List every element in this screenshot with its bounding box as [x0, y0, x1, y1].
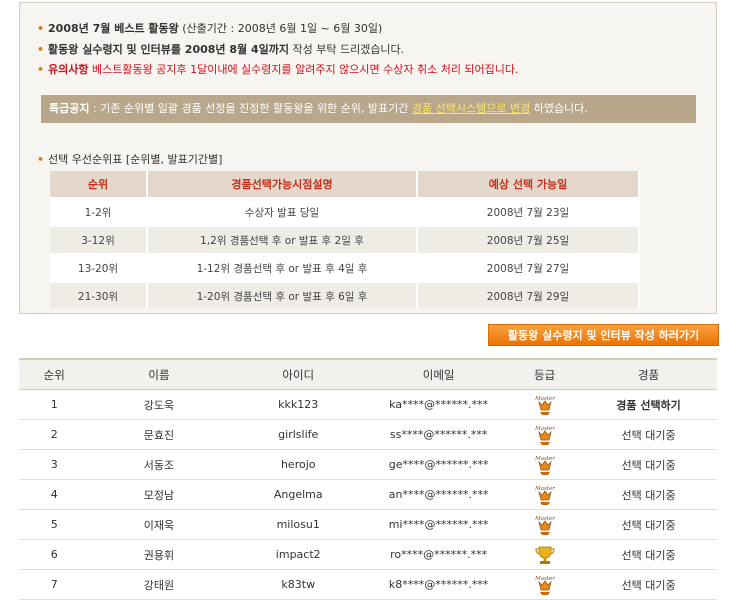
list-header-name: 이름 — [89, 358, 229, 390]
notice-deadline-rest: 작성 부탁 드리겠습니다. — [288, 43, 405, 56]
list-cell-name: 권용휘 — [89, 539, 229, 570]
priority-row: 1-2위 수상자 발표 당일 2008년 7월 23일 — [50, 197, 640, 225]
priority-table: 순위 경품선택가능시점설명 예상 선택 가능일 1-2위 수상자 발표 당일 2… — [50, 171, 640, 309]
list-row: 5 이재욱 milosu1 mi****@******.*** Master 선택 대기중 — [19, 509, 717, 540]
special-notice-label: 특급공지 — [49, 102, 90, 115]
list-cell-email: ro****@******.*** — [368, 539, 510, 570]
bullet-icon: • — [37, 22, 45, 35]
list-cell-name: 서동조 — [89, 449, 229, 480]
list-cell-prize: 선택 대기중 — [580, 419, 717, 450]
list-cell-id: Angelma — [228, 479, 369, 510]
master-badge-icon: Master — [534, 516, 555, 535]
list-cell-prize: 선택 대기중 — [580, 449, 717, 480]
list-cell-rank: 7 — [19, 569, 90, 600]
list-cell-grade: Master — [509, 509, 581, 540]
winner-list-table: 순위 이름 아이디 이메일 등급 경품 1 강도욱 kkk123 ka****@***… — [19, 358, 717, 600]
master-badge-icon: Master — [534, 486, 555, 505]
list-cell-rank: 2 — [19, 419, 90, 450]
list-cell-rank: 4 — [19, 479, 90, 510]
select-prize-link[interactable]: 경품 선택하기 — [580, 389, 717, 420]
list-cell-email: k8****@******.*** — [368, 569, 510, 600]
special-notice-highlight: 경품 선택시스템으로 변경 — [411, 102, 531, 115]
master-badge-icon: Master — [534, 576, 555, 595]
special-notice-bar: 특급공지 : 기존 순위별 일괄 경품 선정을 진정한 활동왕을 위한 순위, … — [41, 95, 696, 123]
list-row: 2 문효진 girlslife ss****@******.*** Master 선택 대… — [19, 419, 717, 450]
list-cell-email: ss****@******.*** — [368, 419, 510, 450]
list-header-prize: 경품 — [580, 358, 717, 390]
list-cell-prize: 선택 대기중 — [580, 539, 717, 570]
list-cell-id: impact2 — [228, 539, 369, 570]
notice-deadline: 활동왕 실수령지 및 인터뷰를 2008년 8월 4일까지 — [48, 43, 289, 56]
list-header-grade: 등급 — [509, 358, 581, 390]
priority-header-date: 예상 선택 가능일 — [418, 171, 640, 197]
list-cell-name: 강도욱 — [89, 389, 229, 420]
notice-period: (산출기간 : 2008년 6월 1일 ~ 6월 30일) — [178, 22, 383, 35]
notice-deadline-line: • 활동왕 실수령지 및 인터뷰를 2008년 8월 4일까지 작성 부탁 드리겠… — [37, 41, 404, 57]
list-cell-id: girlslife — [228, 419, 369, 450]
notice-box: • 2008년 7월 베스트 활동왕 (산출기간 : 2008년 6월 1일 ~ … — [19, 2, 717, 314]
notice-caution-line: • 유의사항 베스트활동왕 공지후 1달이내에 실수령지를 알려주지 않으시면 수… — [37, 61, 519, 77]
list-row: 7 강태원 k83tw k8****@******.*** Master 선택 대기중 — [19, 569, 717, 600]
bullet-icon: • — [37, 153, 45, 166]
list-cell-grade — [509, 539, 581, 570]
list-cell-grade: Master — [509, 389, 581, 420]
list-row: 4 모정남 Angelma an****@******.*** Master 선택 대기중 — [19, 479, 717, 510]
list-cell-rank: 3 — [19, 449, 90, 480]
list-cell-id: k83tw — [228, 569, 369, 600]
priority-header-rank: 순위 — [50, 171, 148, 197]
priority-table-title: • 선택 우선순위표 [순위별, 발표기간별] — [37, 153, 223, 166]
bullet-icon: • — [37, 43, 45, 56]
list-cell-email: ka****@******.*** — [368, 389, 510, 420]
priority-header-desc: 경품선택가능시점설명 — [148, 171, 418, 197]
list-row: 3 서동조 herojo ge****@******.*** Master 선택 대기중 — [19, 449, 717, 480]
notice-title: 2008년 7월 베스트 활동왕 — [48, 22, 179, 35]
special-notice-end: 하였습니다. — [530, 102, 588, 115]
list-cell-rank: 1 — [19, 389, 90, 420]
list-header-email: 이메일 — [368, 358, 510, 390]
list-cell-prize: 선택 대기중 — [580, 569, 717, 600]
master-badge-icon: Master — [534, 426, 555, 445]
write-interview-button[interactable]: 활동왕 실수령지 및 인터뷰 작성 하러가기 — [488, 324, 719, 346]
priority-row: 13-20위 1-12위 경품선택 후 or 발표 후 4일 후 2008년 7… — [50, 253, 640, 281]
list-cell-name: 문효진 — [89, 419, 229, 450]
master-badge-icon: Master — [534, 456, 555, 475]
list-cell-name: 모정남 — [89, 479, 229, 510]
list-cell-grade: Master — [509, 449, 581, 480]
list-cell-name: 이재욱 — [89, 509, 229, 540]
bullet-icon: • — [37, 63, 45, 76]
priority-row: 21-30위 1-20위 경품선택 후 or 발표 후 6일 후 2008년 7… — [50, 281, 640, 309]
notice-caution-text: 베스트활동왕 공지후 1달이내에 실수령지를 알려주지 않으시면 수상자 취소 … — [88, 63, 519, 76]
priority-row: 3-12위 1,2위 경품선택 후 or 발표 후 2일 후 2008년 7월 … — [50, 225, 640, 253]
list-cell-email: an****@******.*** — [368, 479, 510, 510]
notice-caution-label: 유의사항 — [48, 63, 89, 76]
list-cell-name: 강태원 — [89, 569, 229, 600]
list-cell-prize: 선택 대기중 — [580, 479, 717, 510]
list-cell-email: ge****@******.*** — [368, 449, 510, 480]
list-cell-grade: Master — [509, 569, 581, 600]
list-row: 1 강도욱 kkk123 ka****@******.*** Master 경품 선택하기 — [19, 389, 717, 420]
master-badge-icon: Master — [534, 396, 555, 415]
special-notice-text: : 기존 순위별 일괄 경품 선정을 진정한 활동왕을 위한 순위, 발표기간 — [89, 102, 412, 115]
list-cell-email: mi****@******.*** — [368, 509, 510, 540]
list-header-rank: 순위 — [19, 358, 90, 390]
list-cell-prize: 선택 대기중 — [580, 509, 717, 540]
list-cell-rank: 5 — [19, 509, 90, 540]
list-row: 6 권용휘 impact2 ro****@******.*** 선택 대기중 — [19, 539, 717, 570]
list-cell-id: kkk123 — [228, 389, 369, 420]
list-cell-grade: Master — [509, 479, 581, 510]
list-cell-rank: 6 — [19, 539, 90, 570]
list-cell-id: milosu1 — [228, 509, 369, 540]
list-cell-grade: Master — [509, 419, 581, 450]
trophy-icon — [534, 546, 555, 564]
list-header-id: 아이디 — [228, 358, 369, 390]
list-cell-id: herojo — [228, 449, 369, 480]
notice-period-line: • 2008년 7월 베스트 활동왕 (산출기간 : 2008년 6월 1일 ~ … — [37, 20, 382, 36]
